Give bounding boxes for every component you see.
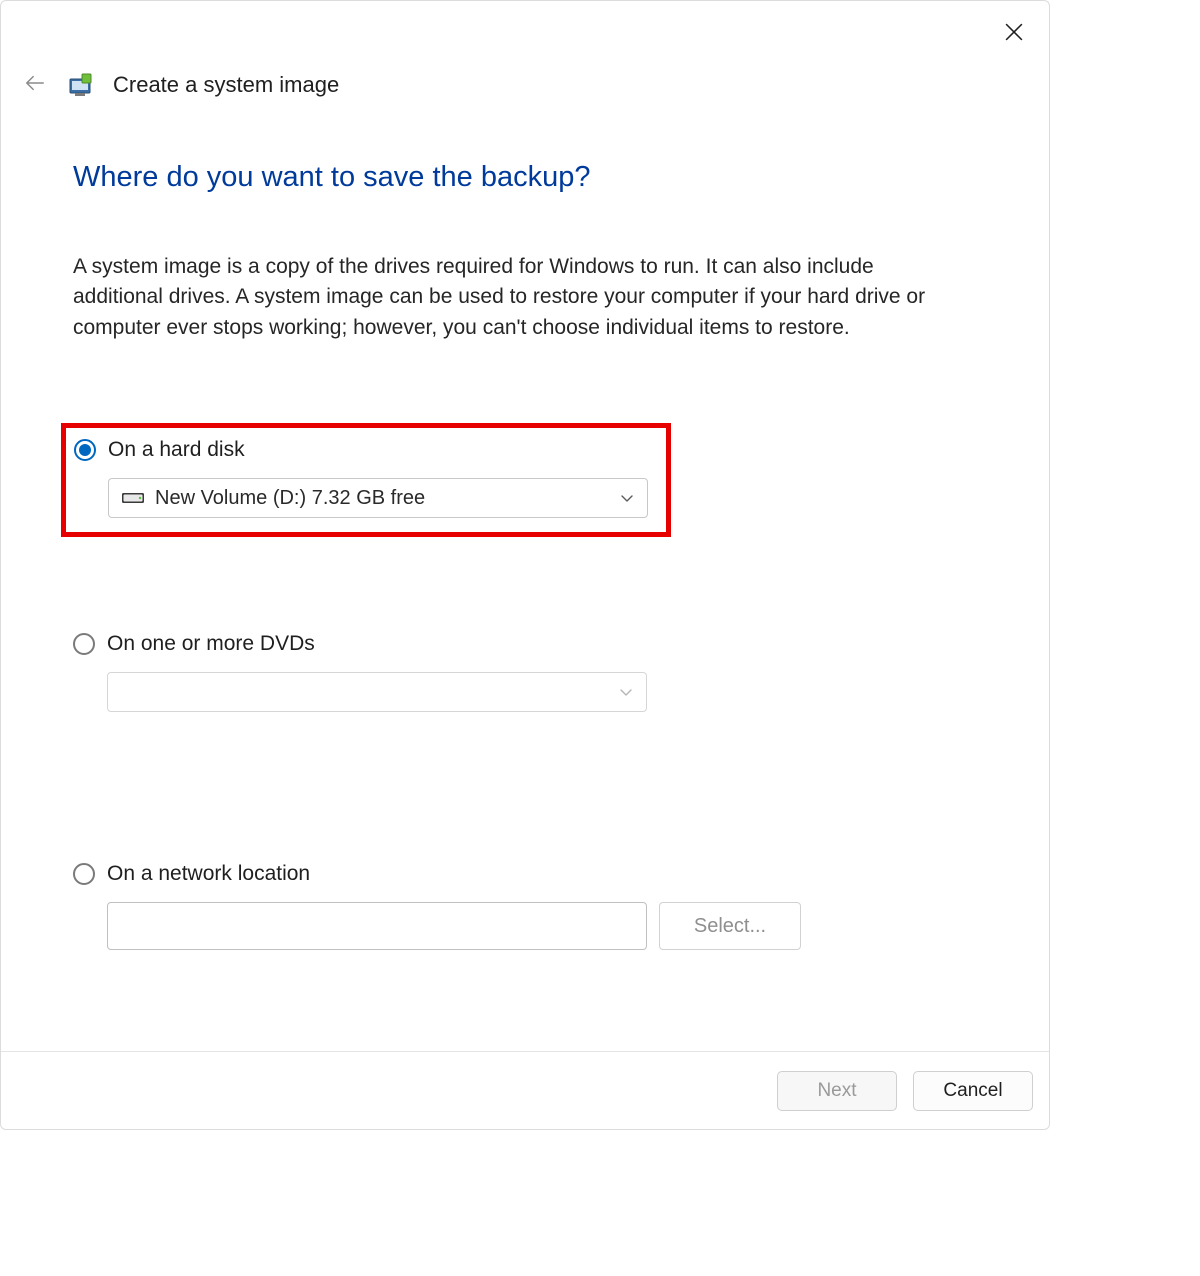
wizard-window: Create a system image Where do you want … xyxy=(0,0,1050,1130)
option-hard-disk: On a hard disk New Volume (D:) 7.32 GB f… xyxy=(74,438,658,518)
back-arrow-icon xyxy=(24,72,46,99)
cancel-button[interactable]: Cancel xyxy=(913,1071,1033,1111)
dvd-dropdown[interactable] xyxy=(107,672,647,712)
radio-network[interactable] xyxy=(73,863,95,885)
network-path-input[interactable] xyxy=(107,902,647,950)
content-area: Where do you want to save the backup? A … xyxy=(73,161,977,950)
title-bar: Create a system image xyxy=(21,71,1029,99)
network-select-button[interactable]: Select... xyxy=(659,902,801,950)
highlight-box: On a hard disk New Volume (D:) 7.32 GB f… xyxy=(61,423,671,537)
next-button[interactable]: Next xyxy=(777,1071,897,1111)
radio-row-hard-disk[interactable]: On a hard disk xyxy=(74,438,658,462)
page-heading: Where do you want to save the backup? xyxy=(73,161,977,194)
page-description: A system image is a copy of the drives r… xyxy=(73,252,953,343)
close-button[interactable] xyxy=(993,13,1035,55)
back-button[interactable] xyxy=(21,71,49,99)
radio-label-hard-disk: On a hard disk xyxy=(108,438,245,462)
radio-dvd[interactable] xyxy=(73,633,95,655)
radio-label-dvd: On one or more DVDs xyxy=(107,632,315,656)
option-network: On a network location Select... xyxy=(73,862,977,950)
hard-disk-selected-value: New Volume (D:) 7.32 GB free xyxy=(155,487,425,510)
hard-drive-icon xyxy=(121,490,145,506)
footer: Next Cancel xyxy=(1,1051,1049,1129)
chevron-down-icon xyxy=(618,684,634,700)
window-title: Create a system image xyxy=(113,72,339,98)
close-icon xyxy=(1005,23,1023,46)
radio-label-network: On a network location xyxy=(107,862,310,886)
option-dvd: On one or more DVDs xyxy=(73,632,977,712)
radio-hard-disk[interactable] xyxy=(74,439,96,461)
hard-disk-dropdown[interactable]: New Volume (D:) 7.32 GB free xyxy=(108,478,648,518)
chevron-down-icon xyxy=(619,490,635,506)
radio-row-dvd[interactable]: On one or more DVDs xyxy=(73,632,977,656)
system-image-icon xyxy=(67,71,95,99)
radio-row-network[interactable]: On a network location xyxy=(73,862,977,886)
